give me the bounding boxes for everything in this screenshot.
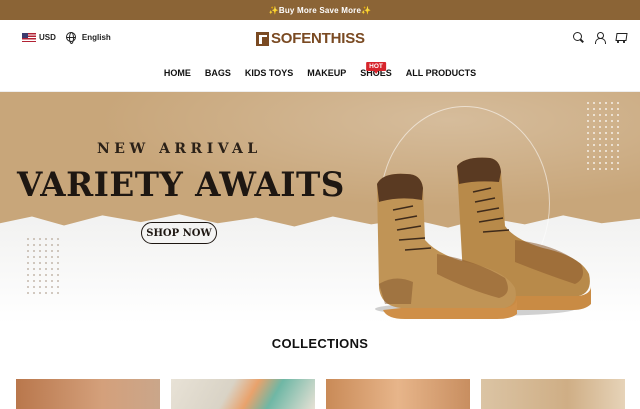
language-label: English	[81, 32, 111, 42]
collection-tile[interactable]	[326, 379, 470, 409]
boots-image	[375, 157, 591, 319]
currency-selector[interactable]: USD	[22, 32, 56, 42]
shop-now-button[interactable]: SHOP NOW	[141, 222, 217, 244]
announcement-text: ✨Buy More Save More✨	[268, 5, 372, 15]
hot-badge: HOT	[366, 62, 386, 74]
hero-banner[interactable]: NEW ARRIVAL VARIETY AWAITS SHOP NOW	[0, 92, 640, 324]
logo-mark-icon	[256, 31, 269, 46]
collection-tile[interactable]	[481, 379, 625, 409]
search-icon[interactable]	[573, 32, 584, 43]
dot-pattern-left	[25, 236, 61, 296]
language-selector[interactable]: English	[65, 32, 111, 44]
nav-item-shoes[interactable]: HOT SHOES	[353, 62, 399, 82]
banner-headline: VARIETY AWAITS	[17, 165, 345, 205]
collection-tile[interactable]	[171, 379, 315, 409]
header-actions	[573, 32, 626, 44]
announcement-bar: ✨Buy More Save More✨	[0, 0, 640, 20]
nav-item-kids-toys[interactable]: KIDS TOYS	[238, 68, 300, 82]
collection-tiles	[16, 379, 625, 409]
nav-item-makeup[interactable]: MAKEUP	[300, 68, 353, 82]
globe-icon	[65, 32, 76, 44]
account-icon[interactable]	[594, 32, 606, 44]
collection-tile[interactable]	[16, 379, 160, 409]
main-nav: HOME BAGS KIDS TOYS MAKEUP HOT SHOES ALL…	[0, 60, 640, 92]
locale-selectors: USD English	[22, 32, 111, 44]
banner-eyebrow: NEW ARRIVAL	[97, 141, 262, 157]
us-flag-icon	[22, 32, 36, 42]
site-header: USD English SOFENTHISS	[0, 20, 640, 60]
site-logo[interactable]: SOFENTHISS	[256, 30, 365, 47]
nav-item-home[interactable]: HOME	[157, 68, 198, 82]
cart-icon[interactable]	[615, 32, 626, 43]
nav-item-bags[interactable]: BAGS	[198, 68, 238, 82]
currency-label: USD	[39, 32, 56, 42]
nav-item-all-products[interactable]: ALL PRODUCTS	[399, 68, 483, 82]
collections-title: COLLECTIONS	[271, 336, 369, 351]
logo-text: SOFENTHISS	[271, 30, 365, 47]
